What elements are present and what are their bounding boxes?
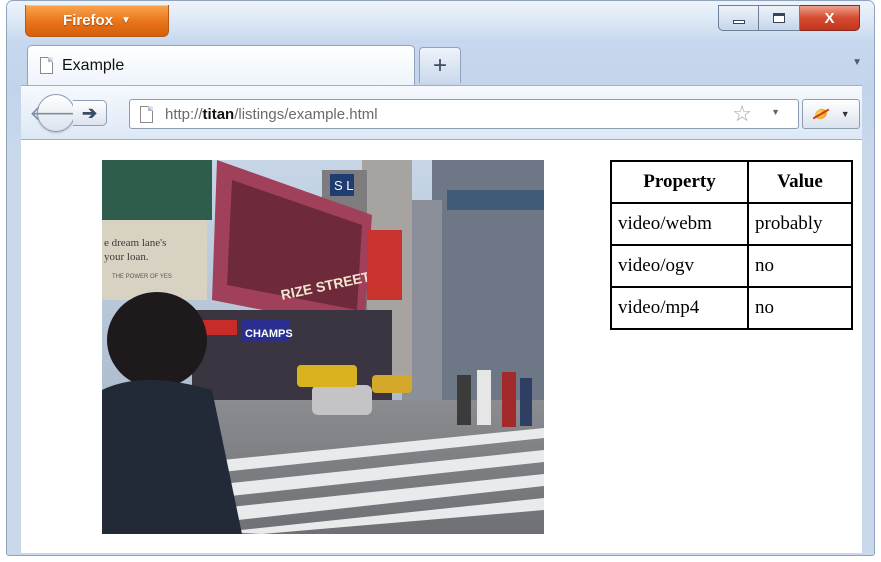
url-text: http://titan/listings/example.html — [165, 106, 378, 123]
page-icon — [40, 57, 53, 74]
store-sign-text: CHAMPS — [245, 328, 293, 340]
close-icon: X — [824, 9, 835, 27]
tab-label: Example — [62, 56, 125, 74]
maximize-button[interactable] — [759, 5, 800, 31]
car-silver — [312, 385, 372, 415]
firefox-menu-label: Firefox — [63, 12, 114, 29]
window-controls: X — [718, 5, 860, 31]
firefox-menu-button[interactable]: Firefox ▼ — [25, 5, 169, 37]
addon-button[interactable]: ▼ — [802, 99, 860, 129]
cell-value: no — [747, 286, 853, 330]
url-prefix: http:// — [165, 105, 203, 123]
minimize-icon — [732, 20, 745, 24]
bank-sign-line1: e dream lane's — [104, 237, 166, 249]
bank-sign-line3: THE POWER OF YES — [112, 274, 172, 280]
pedestrian-4 — [520, 378, 532, 426]
minimize-button[interactable] — [718, 5, 759, 31]
forward-button[interactable]: ➔ — [73, 100, 107, 126]
cell-value: probably — [747, 202, 853, 246]
url-bar[interactable]: http://titan/listings/example.html ☆ ▼ — [129, 99, 799, 129]
red-billboard — [367, 230, 402, 300]
cell-value: no — [747, 244, 853, 288]
chevron-down-icon: ▼ — [840, 109, 850, 119]
taxi — [297, 365, 357, 387]
star-icon[interactable]: ☆ — [732, 101, 752, 127]
pedestrian-2 — [477, 370, 491, 425]
top-sign-text: S L — [334, 178, 354, 193]
tab-example[interactable]: Example — [27, 45, 415, 85]
url-host: titan — [202, 105, 235, 123]
table-row: video/mp4 no — [610, 286, 853, 330]
maximize-icon — [773, 13, 785, 23]
cell-property: video/ogv — [610, 244, 749, 288]
header-value: Value — [747, 160, 853, 204]
url-path: /listings/example.html — [234, 105, 378, 123]
close-button[interactable]: X — [800, 5, 860, 31]
plus-icon: + — [432, 51, 447, 79]
pedestrian-3 — [502, 372, 516, 427]
green-statue — [102, 160, 212, 220]
table-row: video/webm probably — [610, 202, 853, 246]
browser-window: Firefox ▼ X Example + ▼ 🡐 ➔ http://titan… — [6, 0, 875, 556]
forward-arrow-icon: ➔ — [81, 102, 98, 123]
cell-property: video/mp4 — [610, 286, 749, 330]
pedestrian-1 — [457, 375, 471, 425]
header-property: Property — [610, 160, 749, 204]
url-history-dropdown-icon[interactable]: ▼ — [771, 107, 780, 117]
tab-list-icon[interactable]: ▼ — [852, 57, 862, 68]
table-row: video/ogv no — [610, 244, 853, 288]
chevron-down-icon: ▼ — [121, 15, 131, 26]
bank-sign-line2: your loan. — [104, 251, 149, 263]
navigation-toolbar: 🡐 ➔ http://titan/listings/example.html ☆… — [21, 85, 862, 139]
table-header-row: Property Value — [610, 160, 853, 204]
new-tab-button[interactable]: + — [419, 47, 461, 83]
cell-property: video/webm — [610, 202, 749, 246]
site-page-icon — [140, 105, 153, 123]
properties-table: Property Value video/webm probably video… — [610, 160, 853, 330]
video-player[interactable]: S L RIZE STREET e dream lane's your loan… — [102, 160, 544, 534]
bug-icon — [812, 107, 830, 121]
taxi-2 — [372, 375, 412, 393]
foreground-head — [107, 292, 207, 388]
video-frame-scene: S L RIZE STREET e dream lane's your loan… — [102, 160, 544, 534]
back-button[interactable]: 🡐 — [29, 94, 83, 132]
page-content: S L RIZE STREET e dream lane's your loan… — [21, 139, 862, 553]
scaffold-roof — [447, 190, 544, 210]
